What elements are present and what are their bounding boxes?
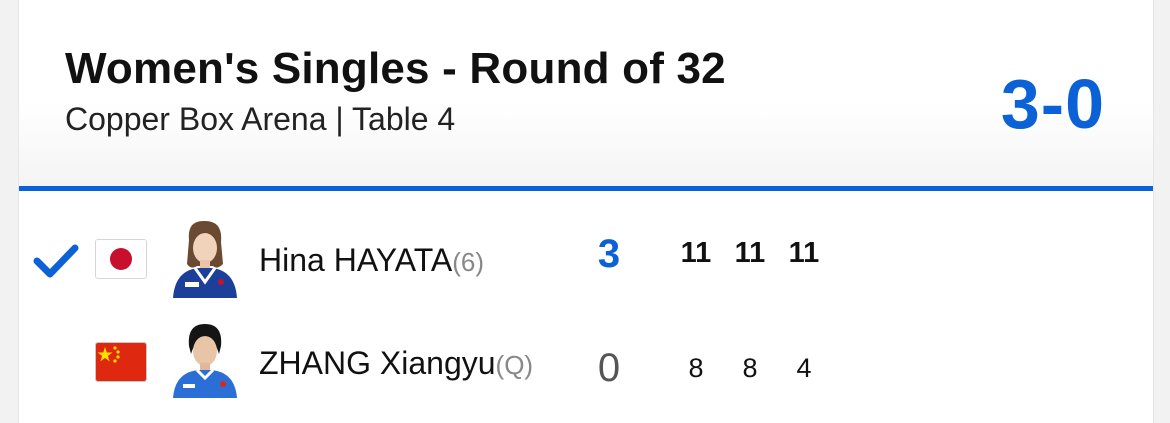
match-venue: Copper Box Arena | Table 4 [65, 101, 456, 137]
player-name-text: Hina HAYATA [259, 242, 453, 278]
final-score: 3-0 [1000, 65, 1105, 143]
game-score: 8 [742, 353, 758, 383]
player-avatar [173, 324, 237, 398]
match-card[interactable]: Women's Singles - Round of 32 Copper Box… [18, 0, 1154, 423]
player-name-text: ZHANG Xiangyu [259, 345, 496, 381]
sets-won: 0 [597, 346, 621, 390]
match-header: Women's Singles - Round of 32 Copper Box… [19, 0, 1153, 186]
player-seed: (Q) [495, 350, 534, 380]
game-score: 8 [688, 353, 704, 383]
player-name[interactable]: Hina HAYATA(6) [259, 242, 484, 279]
player-avatar [173, 220, 237, 298]
header-divider [19, 186, 1153, 191]
sets-won: 3 [597, 232, 621, 276]
player-name[interactable]: ZHANG Xiangyu(Q) [259, 345, 533, 382]
game-score: 11 [788, 237, 820, 269]
game-score: 11 [734, 237, 766, 269]
player-row[interactable]: Hina HAYATA(6) 3 11 11 11 [19, 205, 1153, 305]
game-score: 4 [796, 353, 812, 383]
china-flag-icon [95, 342, 147, 382]
player-seed: (6) [452, 247, 485, 277]
winner-check-icon [33, 244, 79, 278]
game-score: 11 [680, 237, 712, 269]
player-row[interactable]: ZHANG Xiangyu(Q) 0 8 8 4 [19, 308, 1153, 408]
match-title: Women's Singles - Round of 32 [65, 44, 726, 93]
japan-flag-icon [95, 239, 147, 279]
